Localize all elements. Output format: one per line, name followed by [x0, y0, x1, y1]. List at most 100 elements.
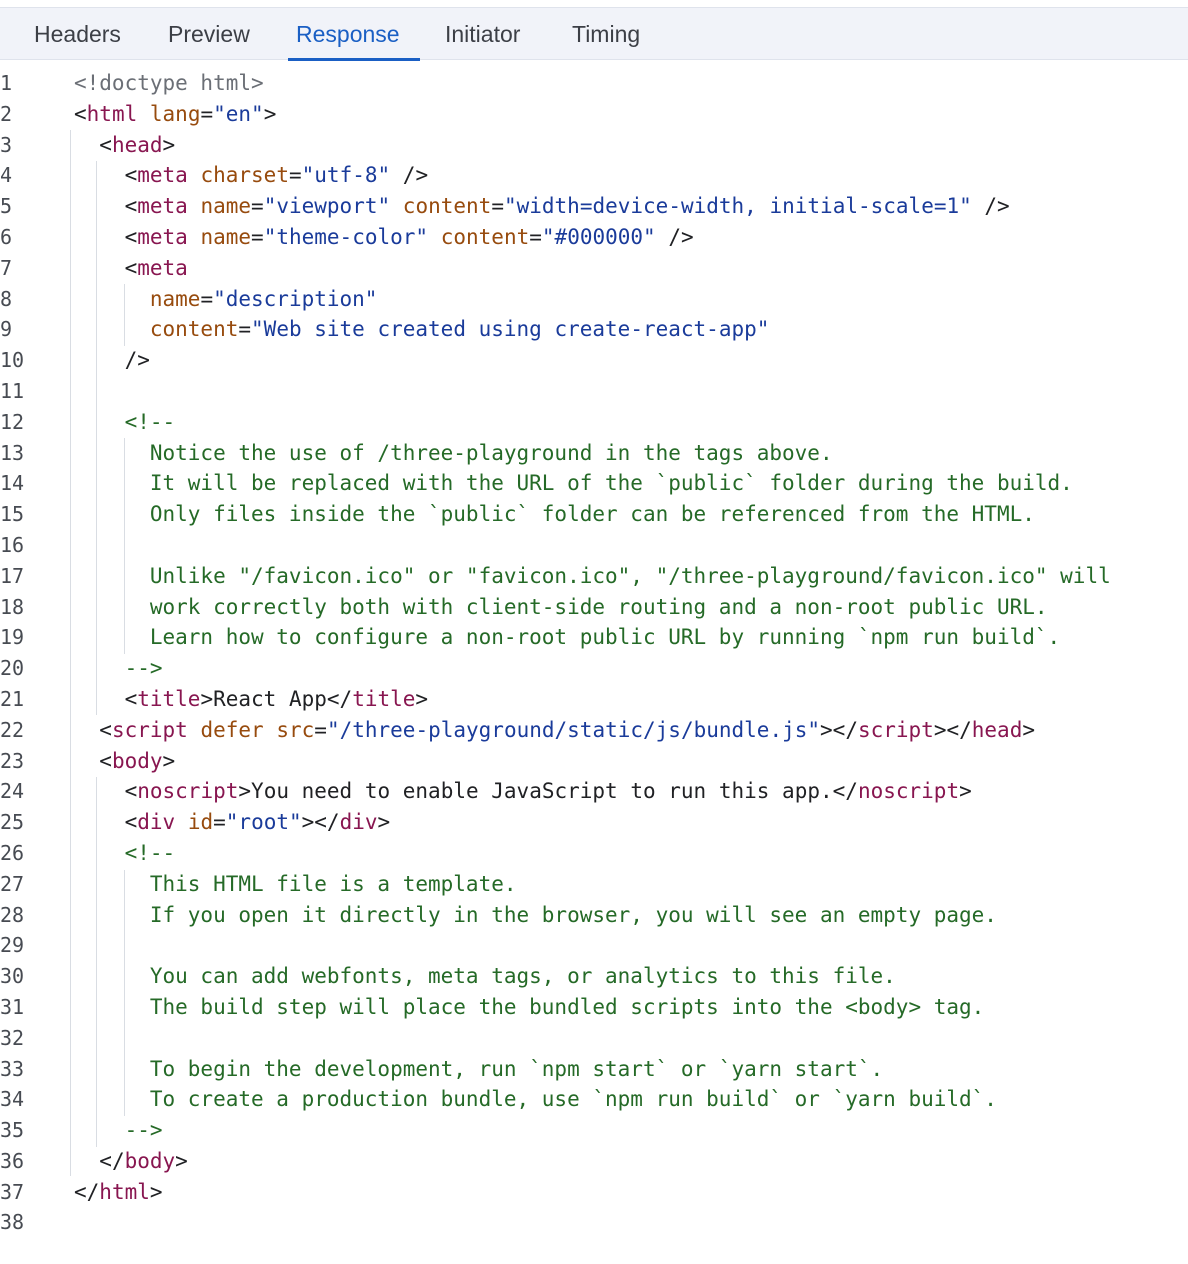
code-punctuation: /> — [390, 163, 429, 188]
code-line: 37 </html> — [0, 1177, 1188, 1208]
code-punctuation: /> — [655, 224, 694, 249]
code-tag-name: html — [99, 1179, 150, 1204]
code-tag-name: noscript — [857, 779, 960, 804]
code-attribute-name: id — [187, 810, 214, 835]
code-comment: Learn how to configure a non-root public… — [74, 625, 1061, 650]
line-number: 19 — [0, 625, 25, 650]
code-line: 32 — [0, 1023, 1188, 1054]
line-number: 22 — [0, 717, 25, 742]
code-attribute-value: "#000000" — [541, 224, 656, 249]
code-text: You need to enable JavaScript to run thi… — [251, 779, 833, 804]
code-line: 14 It will be replaced with the URL of t… — [0, 468, 1188, 499]
code-line-content: <meta charset="utf-8" /> — [74, 160, 429, 191]
tab-response[interactable]: Response — [288, 8, 420, 61]
code-comment: Notice the use of /three-playground in t… — [74, 440, 833, 465]
line-number: 9 — [0, 317, 13, 342]
line-number: 6 — [0, 224, 13, 249]
line-number: 18 — [0, 594, 25, 619]
response-code-viewer[interactable]: 1 <!doctype html> 2 <html lang="en"> 3 <head… — [0, 68, 1188, 1238]
code-tag-name: body — [124, 1148, 176, 1173]
code-line-content: <meta name="theme-color" content="#00000… — [74, 222, 694, 253]
tab-initiator[interactable]: Initiator — [445, 8, 520, 60]
line-number: 5 — [0, 194, 13, 219]
code-line-content: <html lang="en"> — [74, 99, 276, 130]
code-line-content: To create a production bundle, use `npm … — [74, 1084, 997, 1115]
code-line-content: work correctly both with client-side rou… — [74, 592, 1048, 623]
code-line: 20 --> — [0, 653, 1188, 684]
code-line: 12 <!-- — [0, 407, 1188, 438]
code-tag-name: title — [137, 686, 201, 711]
code-punctuation: = — [200, 101, 214, 126]
code-punctuation: </ — [832, 779, 858, 804]
code-line-content: Unlike "/favicon.ico" or "favicon.ico", … — [74, 561, 1111, 592]
code-tag-name: meta — [137, 224, 188, 249]
code-punctuation: = — [251, 194, 264, 219]
code-line: 31 The build step will place the bundled… — [0, 992, 1188, 1023]
code-comment: To begin the development, run `npm start… — [74, 1056, 884, 1081]
line-number: 30 — [0, 964, 25, 989]
tab-preview[interactable]: Preview — [168, 8, 250, 60]
tab-headers[interactable]: Headers — [34, 8, 121, 60]
code-punctuation: </ — [326, 686, 353, 711]
code-attribute-value: "utf-8" — [301, 163, 391, 188]
line-number: 25 — [0, 810, 25, 835]
code-punctuation: > — [1022, 717, 1035, 742]
code-punctuation: ></ — [301, 810, 340, 835]
code-tag-name: noscript — [137, 779, 239, 804]
code-attribute-name: name — [200, 224, 252, 249]
code-line-content: <noscript>You need to enable JavaScript … — [74, 776, 972, 807]
code-punctuation: < — [124, 686, 138, 711]
code-line-content: <title>React App</title> — [74, 684, 429, 715]
code-line-content: Learn how to configure a non-root public… — [74, 622, 1060, 653]
code-attribute-value: "width=device-width, initial-scale=1" — [503, 194, 972, 219]
line-number: 27 — [0, 871, 25, 896]
tab-timing[interactable]: Timing — [572, 8, 640, 60]
code-punctuation: < — [124, 163, 138, 188]
code-line: 28 If you open it directly in the browse… — [0, 900, 1188, 931]
code-punctuation: = — [529, 224, 542, 249]
line-number: 36 — [0, 1148, 25, 1173]
line-number: 3 — [0, 132, 13, 157]
code-line-content: The build step will place the bundled sc… — [74, 992, 984, 1023]
code-text: React App — [213, 686, 327, 711]
code-line: 5 <meta name="viewport" content="width=d… — [0, 191, 1188, 222]
code-line: 30 You can add webfonts, meta tags, or a… — [0, 961, 1188, 992]
code-punctuation: > — [959, 779, 972, 804]
code-punctuation: = — [491, 194, 504, 219]
code-tag-name: script — [111, 717, 188, 742]
line-number: 38 — [0, 1210, 25, 1235]
code-line-content: Notice the use of /three-playground in t… — [74, 438, 833, 469]
code-line-content: <script defer src="/three-playground/sta… — [74, 715, 1035, 746]
code-punctuation: = — [213, 810, 226, 835]
line-number: 13 — [0, 440, 25, 465]
code-line: 25 <div id="root"></div> — [0, 807, 1188, 838]
code-attribute-name: content — [149, 317, 239, 342]
code-punctuation: < — [124, 194, 138, 219]
code-attribute-value: "Web site created using create-react-app… — [251, 317, 770, 342]
code-line: 19 Learn how to configure a non-root pub… — [0, 622, 1188, 653]
line-number: 31 — [0, 994, 25, 1019]
code-punctuation: > — [200, 686, 214, 711]
line-number: 23 — [0, 748, 25, 773]
code-line: 10 /> — [0, 345, 1188, 376]
code-line: 38 — [0, 1207, 1188, 1238]
code-line-content: --> — [74, 653, 163, 684]
code-line: 2 <html lang="en"> — [0, 99, 1188, 130]
code-line: 29 — [0, 930, 1188, 961]
code-comment: <!-- — [124, 840, 176, 865]
code-line: 15 Only files inside the `public` folder… — [0, 499, 1188, 530]
code-line-content: content="Web site created using create-r… — [74, 314, 770, 345]
code-line-content: <meta — [74, 253, 188, 284]
code-line: 3 <head> — [0, 130, 1188, 161]
code-line-content: <meta name="viewport" content="width=dev… — [74, 191, 1010, 222]
